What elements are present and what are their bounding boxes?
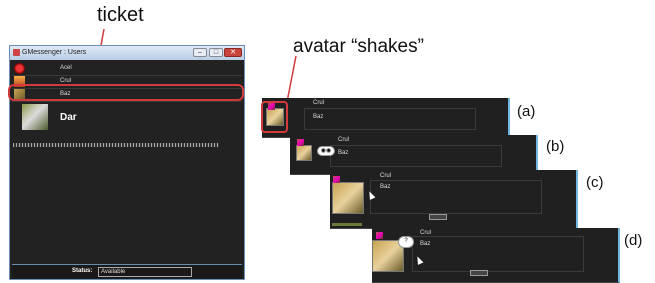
frame-name2: Baz — [313, 114, 324, 120]
close-button[interactable]: ✕ — [224, 48, 242, 57]
fire-icon — [297, 139, 304, 146]
user-row[interactable]: Acel — [12, 62, 242, 76]
jeep-icon — [332, 182, 364, 214]
frame-b-label: (b) — [546, 138, 565, 155]
frame-name1: Crul — [420, 230, 432, 236]
frame-b: ◉◉ Crul Baz — [290, 135, 538, 175]
frame-d-label: (d) — [624, 232, 643, 249]
scroll-thumb[interactable] — [429, 214, 447, 220]
featured-user[interactable]: Dar — [12, 100, 242, 136]
window-titlebar[interactable]: GMessenger : Users – □ ✕ — [10, 46, 244, 60]
avatar-shakes-annotation-label: avatar “shakes” — [293, 36, 424, 57]
cow-icon — [22, 104, 48, 130]
frame-name1: Crul — [338, 137, 350, 143]
frame-name1: Crul — [380, 173, 392, 179]
avatar-highlight — [261, 101, 288, 133]
frame-c-label: (c) — [586, 174, 604, 191]
frame-a: Crul Baz — [262, 98, 510, 138]
user-name: Acel — [60, 65, 72, 71]
eyes-bubble-icon: ◉◉ — [317, 146, 335, 156]
featured-user-name: Dar — [60, 112, 77, 123]
maximize-button[interactable]: □ — [209, 48, 223, 57]
jeep-icon — [296, 145, 312, 161]
red-ninja-icon — [14, 63, 25, 74]
question-bubble-icon: ? — [398, 236, 414, 248]
fire-icon — [333, 176, 340, 183]
frame-c: Crul Baz — [330, 170, 578, 229]
window-title: GMessenger : Users — [22, 49, 87, 56]
avatar-leader-line — [286, 55, 297, 103]
ticket-strip — [13, 143, 219, 147]
app-icon — [13, 49, 20, 56]
ticket-highlight — [8, 84, 244, 101]
minimize-button[interactable]: – — [193, 48, 207, 57]
users-window: GMessenger : Users – □ ✕ Acel Crul Baz D… — [9, 45, 245, 280]
frame-name1: Crul — [313, 100, 325, 106]
scroll-thumb[interactable] — [470, 270, 488, 276]
frame-name2: Baz — [380, 184, 391, 190]
status-label: Status: — [72, 268, 93, 274]
frame-name2: Baz — [338, 150, 349, 156]
status-bar: Status: Available — [12, 264, 242, 279]
frame-a-label: (a) — [517, 103, 536, 120]
status-field[interactable]: Available — [98, 267, 192, 277]
frame-d: ? Crul Baz — [372, 228, 620, 283]
frame-name2: Baz — [420, 241, 431, 247]
fire-icon — [376, 232, 383, 239]
